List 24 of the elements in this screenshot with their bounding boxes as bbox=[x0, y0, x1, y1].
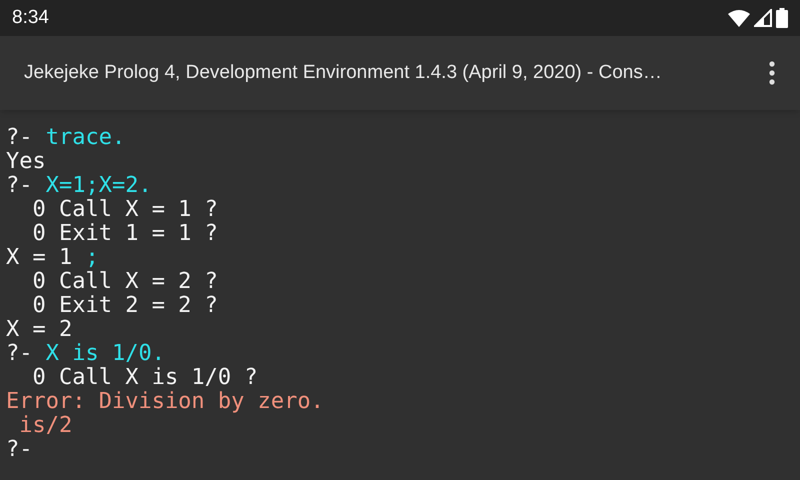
output-text: 0 Call X = 2 ? bbox=[31, 269, 218, 294]
output-text: 0 Exit 1 = 1 ? bbox=[31, 221, 218, 246]
output-text: 0 Exit 2 = 2 ? bbox=[31, 293, 218, 318]
input-text: X=1;X=2. bbox=[46, 173, 152, 198]
clock-time: 8:34 bbox=[12, 6, 49, 30]
output-text: 0 Call X = 1 ? bbox=[31, 197, 218, 222]
input-text: trace. bbox=[46, 125, 126, 150]
input-text: ; bbox=[85, 245, 99, 270]
output-text: X = 2 bbox=[6, 317, 72, 342]
output-text: ?- bbox=[6, 125, 34, 150]
error-text: Error: Division by zero. bbox=[6, 389, 324, 414]
more-icon bbox=[769, 61, 775, 85]
battery-icon bbox=[776, 8, 788, 28]
error-text: is/2 bbox=[18, 413, 72, 438]
output-text: 0 Call X is 1/0 ? bbox=[31, 365, 258, 390]
signal-icon bbox=[754, 9, 772, 27]
output-text: X = 1 bbox=[6, 245, 74, 270]
output-text: ?- bbox=[6, 437, 32, 462]
input-text: X is 1/0. bbox=[46, 341, 165, 366]
output-text: Yes bbox=[6, 149, 46, 174]
app-title: Jekejeke Prolog 4, Development Environment 1.4.3 (April 9, 2020) - Cons… bbox=[24, 60, 662, 85]
wifi-icon bbox=[728, 9, 750, 27]
output-text: ?- bbox=[6, 341, 34, 366]
output-text: ?- bbox=[6, 173, 34, 198]
